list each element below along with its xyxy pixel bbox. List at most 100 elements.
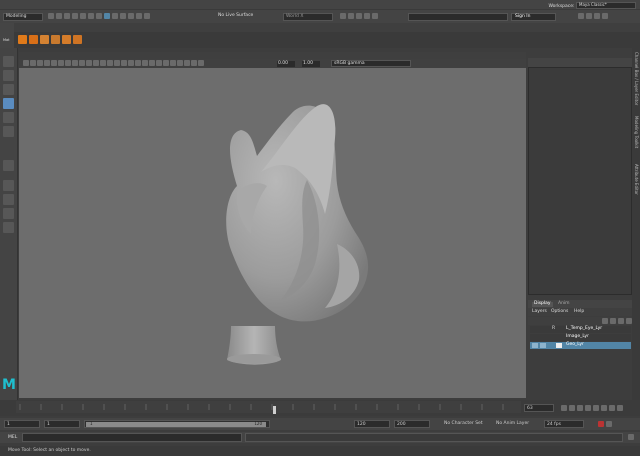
sculpt-mesh[interactable] [226,104,369,365]
select-tool-icon[interactable] [3,56,14,67]
field-chart-icon[interactable] [79,60,85,66]
isolate-select-icon[interactable] [177,60,183,66]
hypershade-icon[interactable] [364,13,370,19]
last-tool-icon[interactable] [3,160,14,171]
animation-start-field[interactable]: 1 [4,420,40,428]
outliner-layout-icon[interactable] [3,222,14,233]
tab-display-layers[interactable]: Display [532,301,553,307]
go-to-start-icon[interactable] [561,405,567,411]
current-frame-field[interactable]: 63 [524,404,554,412]
wireframe-icon[interactable] [100,60,106,66]
sign-in-button[interactable]: Sign In [511,13,556,21]
snap-curve-icon[interactable] [120,13,126,19]
xray-icon[interactable] [184,60,190,66]
select-object-icon[interactable] [96,13,102,19]
shelf-extrude-icon[interactable] [29,35,38,44]
tab-channel-box-layer-editor[interactable]: Channel Box / Layer Editor [634,52,639,105]
four-view-layout-icon[interactable] [3,194,14,205]
time-ruler[interactable] [16,401,521,414]
depth-of-field-icon[interactable] [170,60,176,66]
range-slider[interactable]: 1 120 [84,420,270,428]
grid-icon[interactable] [51,60,57,66]
live-surface-label[interactable]: No Live Surface [218,13,253,19]
anti-aliasing-icon[interactable] [163,60,169,66]
workspace-dropdown[interactable]: Maya Classic* [576,2,636,9]
exposure-field[interactable]: 0.00 [277,61,295,67]
tab-anim-layers[interactable]: Anim [558,301,570,307]
options-menu[interactable]: Options [551,309,568,315]
move-layer-down-icon[interactable] [610,318,616,324]
safe-action-icon[interactable] [86,60,92,66]
shelf-side-mat[interactable]: Mat [3,38,10,43]
tool-settings-toggle-icon[interactable] [594,13,600,19]
step-back-key-icon[interactable] [569,405,575,411]
playback-toggle-icon[interactable] [540,343,546,348]
ipr-render-icon[interactable] [348,13,354,19]
shelf-poly-tool-icon[interactable] [18,35,27,44]
input-field[interactable] [408,13,508,21]
step-back-frame-icon[interactable] [577,405,583,411]
layers-menu[interactable]: Layers [532,309,547,315]
shelf-multicut-icon[interactable] [73,35,82,44]
shelf-bridge-icon[interactable] [51,35,60,44]
script-editor-icon[interactable] [628,434,634,440]
snap-point-icon[interactable] [128,13,134,19]
new-scene-icon[interactable] [48,13,54,19]
use-all-lights-icon[interactable] [135,60,141,66]
resolution-gate-icon[interactable] [65,60,71,66]
image-plane-icon[interactable] [44,60,50,66]
modeling-toolkit-toggle-icon[interactable] [578,13,584,19]
save-scene-icon[interactable] [64,13,70,19]
render-frame-icon[interactable] [340,13,346,19]
new-empty-layer-icon[interactable] [618,318,624,324]
step-forward-frame-icon[interactable] [601,405,607,411]
move-tool-icon[interactable] [3,98,14,109]
safe-title-icon[interactable] [93,60,99,66]
single-perspective-layout-icon[interactable] [3,180,14,191]
move-layer-up-icon[interactable] [602,318,608,324]
play-forwards-icon[interactable] [593,405,599,411]
film-gate-icon[interactable] [58,60,64,66]
undo-icon[interactable] [72,13,78,19]
default-material-icon[interactable] [114,60,120,66]
auto-key-icon[interactable] [598,421,604,427]
layer-name[interactable]: Geo_Lyr [566,342,584,348]
gate-mask-icon[interactable] [72,60,78,66]
playback-end-field[interactable]: 120 [354,420,390,428]
range-slider-handle[interactable]: 1 120 [86,422,266,427]
bookmark-icon[interactable] [37,60,43,66]
select-camera-icon[interactable] [23,60,29,66]
colorspace-dropdown[interactable]: sRGB gamma [331,60,411,67]
layer-name[interactable]: L_Temp_Eye_Lyr [566,326,602,332]
shadows-icon[interactable] [142,60,148,66]
channel-box-toggle-icon[interactable] [602,13,608,19]
snap-grid-icon[interactable] [112,13,118,19]
redo-icon[interactable] [80,13,86,19]
open-scene-icon[interactable] [56,13,62,19]
make-live-icon[interactable] [144,13,150,19]
play-backwards-icon[interactable] [585,405,591,411]
layer-color-swatch[interactable] [556,343,562,348]
shelf-bevel-icon[interactable] [40,35,49,44]
rotate-tool-icon[interactable] [3,112,14,123]
snap-view-icon[interactable] [136,13,142,19]
layer-row[interactable]: Image_Lyr [530,334,631,341]
layer-flag[interactable]: R [552,326,555,332]
render-settings-icon[interactable] [356,13,362,19]
fps-dropdown[interactable]: 24 fps [544,420,584,428]
mel-input[interactable] [22,433,242,442]
smooth-shade-icon[interactable] [107,60,113,66]
go-to-end-icon[interactable] [617,405,623,411]
mode-dropdown[interactable]: Modeling [3,13,43,21]
layer-name[interactable]: Image_Lyr [566,334,589,340]
anim-layer-dropdown[interactable]: No Anim Layer [494,420,540,428]
select-component-icon[interactable] [104,13,110,19]
layer-row[interactable]: R L_Temp_Eye_Lyr [530,326,631,333]
ambient-occlusion-icon[interactable] [149,60,155,66]
symmetry-dropdown[interactable]: World X [283,13,333,21]
scale-tool-icon[interactable] [3,126,14,137]
visibility-toggle-icon[interactable] [532,343,538,348]
tab-attribute-editor[interactable]: Attribute Editor [634,164,639,195]
new-layer-selected-icon[interactable] [626,318,632,324]
motion-blur-icon[interactable] [156,60,162,66]
